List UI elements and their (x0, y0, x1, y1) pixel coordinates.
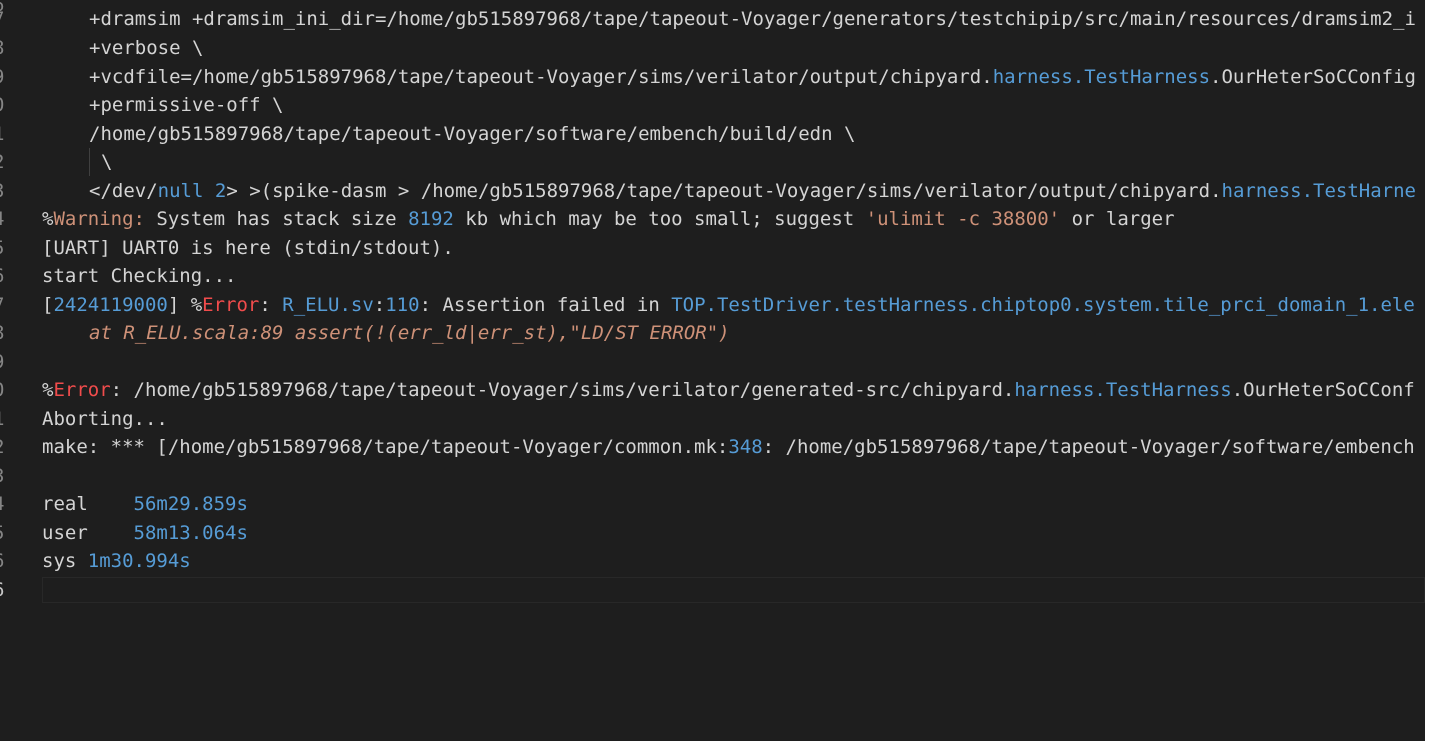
line-number: 3 (0, 177, 5, 206)
output-line: +vcdfile=/home/gb515897968/tape/tapeout-… (89, 66, 1416, 88)
line-number: 4 (0, 490, 5, 519)
output-line: </dev/null 2> >(spike-dasm > /home/gb515… (89, 180, 1416, 202)
line-number: 3 (0, 462, 5, 491)
line-number: 9 (0, 63, 5, 92)
indent-guide (89, 148, 90, 176)
assertion-location-line: at R_ELU.scala:89 assert(!(err_ld|err_st… (89, 322, 730, 344)
output-line: start Checking... (42, 265, 237, 287)
line-number: 6 (0, 262, 5, 291)
line-number: 5 (0, 234, 5, 263)
line-number: 2 (0, 148, 5, 177)
output-line: +verbose \ (89, 37, 204, 59)
line-number: 9 (0, 348, 5, 377)
error-line: [2424119000] %Error: R_ELU.sv:110: Asser… (42, 294, 1415, 316)
output-line: /home/gb515897968/tape/tapeout-Voyager/s… (89, 123, 856, 145)
make-error-line: make: *** [/home/gb515897968/tape/tapeou… (42, 436, 1415, 458)
output-line: Aborting... (42, 408, 168, 430)
line-number: 0 (0, 376, 5, 405)
line-number: 8 (0, 34, 5, 63)
output-line: +dramsim +dramsim_ini_dir=/home/gb515897… (89, 8, 1416, 30)
output-line: +permissive-off \ (89, 94, 284, 116)
output-line: \ (101, 151, 113, 173)
line-number: 0 (0, 91, 5, 120)
line-number: 8 (0, 319, 5, 348)
time-real-line: real 56m29.859s (42, 493, 248, 515)
line-number: 6 (0, 547, 5, 576)
line-number: 7 (0, 291, 5, 320)
time-sys-line: sys 1m30.994s (42, 550, 191, 572)
vertical-scrollbar[interactable] (1425, 0, 1432, 741)
active-line-number: 6 (0, 576, 5, 605)
line-number: 1 (0, 120, 5, 149)
terminal-output-editor[interactable]: 6 7 8 9 0 1 2 3 4 5 6 7 8 9 0 1 2 3 4 5 … (0, 0, 1425, 741)
error-line: %Error: /home/gb515897968/tape/tapeout-V… (42, 379, 1415, 401)
line-number: 7 (0, 5, 5, 34)
output-line: [UART] UART0 is here (stdin/stdout). (42, 237, 454, 259)
current-line-highlight[interactable] (42, 577, 1425, 603)
line-number: 2 (0, 433, 5, 462)
line-number: 5 (0, 519, 5, 548)
line-number-gutter: 6 7 8 9 0 1 2 3 4 5 6 7 8 9 0 1 2 3 4 5 … (0, 0, 14, 741)
line-number: 1 (0, 405, 5, 434)
time-user-line: user 58m13.064s (42, 522, 248, 544)
warning-line: %Warning: System has stack size 8192 kb … (42, 208, 1175, 230)
line-number: 4 (0, 205, 5, 234)
